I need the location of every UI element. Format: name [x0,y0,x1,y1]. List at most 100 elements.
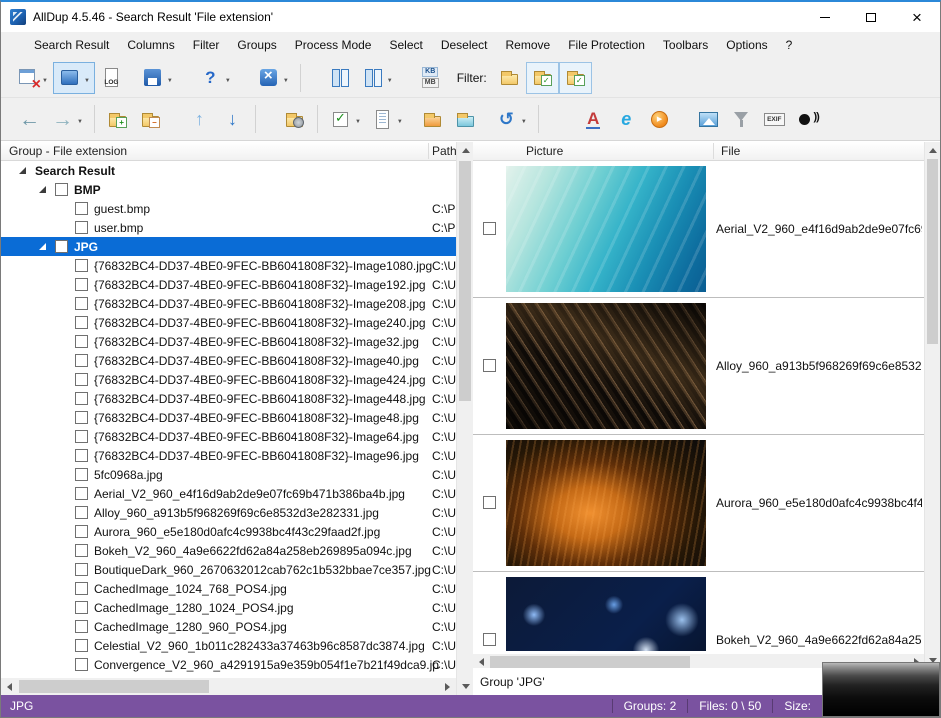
scrollbar-thumb[interactable] [19,680,209,693]
files-vertical-scrollbar[interactable] [924,142,940,668]
column-header-file[interactable]: File [721,144,740,158]
browser-button[interactable]: e [610,103,643,135]
tree-row[interactable]: Celestial_V2_960_1b011c282433a37463b96c8… [1,636,456,655]
checkbox[interactable] [55,183,68,196]
close-search-result-button[interactable] [252,62,294,94]
menu-toolbars[interactable]: Toolbars [654,34,717,56]
checkbox[interactable] [75,563,88,576]
menu-filter[interactable]: Filter [184,34,229,56]
checkbox[interactable] [75,487,88,500]
checkbox[interactable] [75,354,88,367]
checkbox[interactable] [75,373,88,386]
checkbox[interactable] [75,297,88,310]
checkbox[interactable] [75,582,88,595]
tree-row[interactable]: {76832BC4-DD37-4BE0-9FEC-BB6041808F32}-I… [1,370,456,389]
remove-search-result-button[interactable] [11,62,53,94]
tree-row[interactable]: {76832BC4-DD37-4BE0-9FEC-BB6041808F32}-I… [1,332,456,351]
column-divider[interactable] [713,143,714,159]
checkbox[interactable] [483,222,496,235]
scrollbar-thumb[interactable] [927,159,938,344]
tree-row[interactable]: 5fc0968a.jpgC:\U [1,465,456,484]
help-button[interactable]: ? [194,62,236,94]
scroll-down-button[interactable] [457,678,474,695]
tree-row[interactable]: {76832BC4-DD37-4BE0-9FEC-BB6041808F32}-I… [1,275,456,294]
column-header-path[interactable]: Path [432,144,457,158]
checkbox[interactable] [75,525,88,538]
menu-groups[interactable]: Groups [228,34,285,56]
checkbox[interactable] [75,601,88,614]
tree-row[interactable]: {76832BC4-DD37-4BE0-9FEC-BB6041808F32}-I… [1,389,456,408]
tree-row[interactable]: BoutiqueDark_960_2670632012cab762c1b532b… [1,560,456,579]
move-down-button[interactable] [216,103,249,135]
tree-row[interactable]: Bokeh_V2_960_4a9e6622fd62a84a258eb269895… [1,541,456,560]
tree-row[interactable]: {76832BC4-DD37-4BE0-9FEC-BB6041808F32}-I… [1,313,456,332]
tree-row[interactable]: {76832BC4-DD37-4BE0-9FEC-BB6041808F32}-I… [1,351,456,370]
tree-row[interactable]: Convergence_V2_960_a4291915a9e359b054f1e… [1,655,456,674]
save-button[interactable] [136,62,178,94]
checkbox[interactable] [75,411,88,424]
menu-process-mode[interactable]: Process Mode [286,34,381,56]
checkbox[interactable] [75,430,88,443]
menu-remove[interactable]: Remove [497,34,560,56]
tree-row[interactable]: {76832BC4-DD37-4BE0-9FEC-BB6041808F32}-I… [1,256,456,275]
column-header-picture[interactable]: Picture [526,144,563,158]
columns-layout-button[interactable] [323,62,356,94]
scroll-right-button[interactable] [439,678,456,695]
undo-button[interactable] [490,103,532,135]
tree-row[interactable]: {76832BC4-DD37-4BE0-9FEC-BB6041808F32}-I… [1,427,456,446]
scrollbar-thumb[interactable] [459,161,471,401]
select-files-button[interactable] [324,103,366,135]
tree-row[interactable]: Aurora_960_e5e180d0afc4c9938bc4f43c29faa… [1,522,456,541]
folder-settings-button[interactable] [278,103,311,135]
tree-row[interactable]: {76832BC4-DD37-4BE0-9FEC-BB6041808F32}-I… [1,294,456,313]
audio-player-button[interactable] [791,103,824,135]
checkbox[interactable] [75,449,88,462]
filter-selected-files-button[interactable]: ✓ [526,62,559,94]
tree-row[interactable]: CachedImage_1280_1024_POS4.jpgC:\U [1,598,456,617]
checkbox[interactable] [483,359,496,372]
text-viewer-button[interactable]: A [577,103,610,135]
checkbox[interactable] [75,468,88,481]
filter-funnel-button[interactable] [725,103,758,135]
tree-horizontal-scrollbar[interactable] [1,678,456,695]
exif-viewer-button[interactable]: EXIF [758,103,791,135]
minimize-button[interactable] [802,2,848,32]
menu-help[interactable]: ? [777,34,802,56]
tree-vertical-scrollbar[interactable] [456,142,473,695]
picture-viewer-button[interactable] [692,103,725,135]
remove-folder-button[interactable]: – [134,103,167,135]
tree-row[interactable]: CachedImage_1280_960_POS4.jpgC:\U [1,617,456,636]
tree-row[interactable]: Alloy_960_a913b5f968269f69c6e8532d3e2823… [1,503,456,522]
back-button[interactable] [13,103,46,135]
view-mode-button[interactable] [53,62,95,94]
checkbox[interactable] [75,316,88,329]
columns-options-button[interactable] [356,62,398,94]
tree-row[interactable]: Search Result [1,161,456,180]
checkbox[interactable] [75,620,88,633]
checkbox[interactable] [75,639,88,652]
add-folder-button[interactable]: + [101,103,134,135]
menu-columns[interactable]: Columns [118,34,183,56]
menu-deselect[interactable]: Deselect [432,34,497,56]
filter-all-files-button[interactable] [493,62,526,94]
checkbox[interactable] [75,658,88,671]
file-row[interactable]: Aurora_960_e5e180d0afc4c9938bc4f43c29faa… [473,435,924,572]
tree-row[interactable]: user.bmpC:\P [1,218,456,237]
tree-row[interactable]: {76832BC4-DD37-4BE0-9FEC-BB6041808F32}-I… [1,408,456,427]
filter-unselected-files-button[interactable]: ✓ [559,62,592,94]
menu-select[interactable]: Select [380,34,431,56]
checkbox[interactable] [75,221,88,234]
move-to-folder-button[interactable] [416,103,449,135]
scroll-up-button[interactable] [457,142,474,159]
scroll-left-button[interactable] [1,678,18,695]
expander-icon[interactable] [19,167,26,174]
checkbox[interactable] [483,633,496,646]
checkbox[interactable] [75,259,88,272]
tree-row[interactable]: Aerial_V2_960_e4f16d9ab2de9e07fc69b471b3… [1,484,456,503]
tree-row[interactable]: {76832BC4-DD37-4BE0-9FEC-BB6041808F32}-I… [1,446,456,465]
checkbox[interactable] [483,496,496,509]
move-up-button[interactable] [183,103,216,135]
checkbox[interactable] [75,392,88,405]
file-size-format-button[interactable]: KBMB [414,62,447,94]
tree-row[interactable]: JPG [1,237,456,256]
